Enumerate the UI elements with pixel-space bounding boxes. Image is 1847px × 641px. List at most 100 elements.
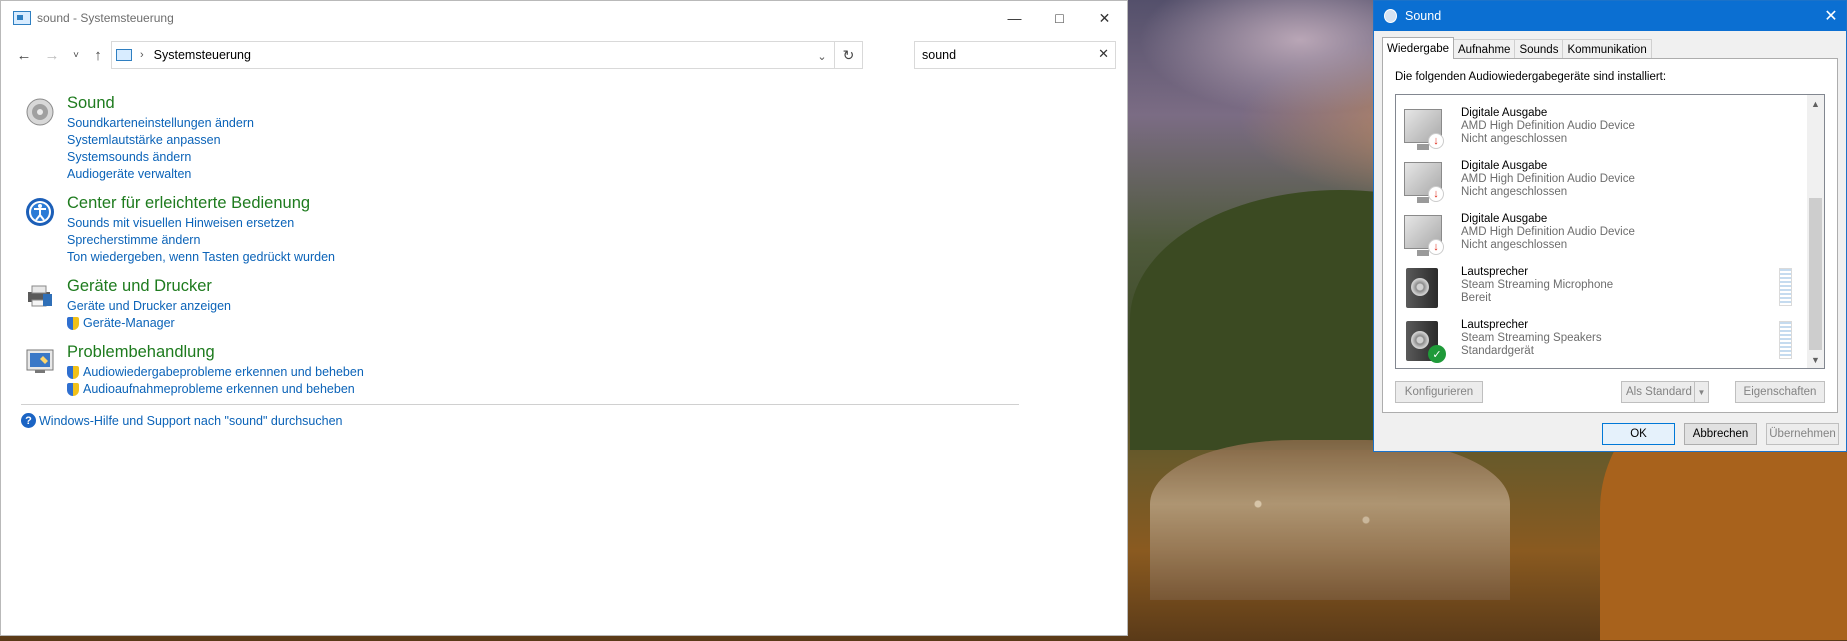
device-item[interactable]: ↓ Digitale Ausgabe AMD High Definition A…: [1396, 156, 1806, 209]
link-system-sounds[interactable]: Systemsounds ändern: [67, 149, 1021, 166]
category-title[interactable]: Sound: [67, 93, 1021, 114]
panel-caption: Die folgenden Audiowiedergabegeräte sind…: [1395, 71, 1667, 83]
search-results: Sound Soundkarteneinstellungen ändern Sy…: [21, 93, 1021, 408]
playback-panel: Die folgenden Audiowiedergabegeräte sind…: [1382, 58, 1838, 413]
breadcrumb-separator: ›: [140, 49, 144, 61]
recent-locations-button[interactable]: ˅: [65, 44, 87, 66]
back-button[interactable]: ←: [13, 44, 35, 66]
sound-dialog-titlebar: Sound ✕: [1374, 1, 1846, 31]
scroll-thumb[interactable]: [1809, 198, 1822, 350]
category-title[interactable]: Center für erleichterte Bedienung: [67, 193, 1021, 214]
control-panel-icon: [116, 49, 132, 61]
device-status: Bereit: [1461, 292, 1492, 304]
device-list[interactable]: ↓ Digitale Ausgabe AMD High Definition A…: [1395, 94, 1825, 369]
link-key-sounds[interactable]: Ton wiedergeben, wenn Tasten gedrückt wu…: [67, 249, 1021, 266]
device-driver: AMD High Definition Audio Device: [1461, 120, 1635, 132]
help-search-link[interactable]: Windows-Hilfe und Support nach "sound" d…: [39, 414, 343, 428]
breadcrumb-item[interactable]: Systemsteuerung: [154, 48, 251, 62]
chevron-down-icon[interactable]: ▼: [1694, 382, 1708, 402]
vertical-scrollbar[interactable]: ▲ ▼: [1807, 95, 1824, 368]
tab-strip: Wiedergabe Aufnahme Sounds Kommunikation: [1382, 37, 1652, 59]
tab-sounds[interactable]: Sounds: [1514, 39, 1564, 59]
address-bar-row: ← → ˅ ↑ › Systemsteuerung ⌄ ↻ sound ✕: [1, 41, 1127, 69]
speaker-icon: [1404, 95, 1442, 97]
device-item[interactable]: ↓ Digitale Ausgabe AMD High Definition A…: [1396, 209, 1806, 262]
link-view-devices[interactable]: Geräte und Drucker anzeigen: [67, 298, 1021, 315]
search-value: sound: [922, 48, 957, 62]
control-panel-icon: [13, 11, 31, 25]
category-title[interactable]: Geräte und Drucker: [67, 276, 1021, 297]
sound-dialog: Sound ✕ Wiedergabe Aufnahme Sounds Kommu…: [1373, 0, 1847, 452]
device-status: Standardgerät: [1461, 345, 1534, 357]
link-device-manager[interactable]: Geräte-Manager: [67, 315, 1021, 332]
clear-search-icon[interactable]: ✕: [1098, 46, 1109, 62]
device-item[interactable]: ↓ Digitale Ausgabe AMD High Definition A…: [1396, 103, 1806, 156]
set-default-label: Als Standard: [1626, 386, 1692, 398]
category-ease-of-access: Center für erleichterte Bedienung Sounds…: [21, 193, 1021, 266]
device-status: Nicht angeschlossen: [1461, 133, 1568, 145]
search-input[interactable]: sound ✕: [914, 41, 1116, 69]
help-icon: ?: [21, 413, 36, 428]
monitor-icon: ↓: [1404, 162, 1444, 204]
scroll-down-icon[interactable]: ▼: [1807, 351, 1824, 368]
scroll-up-icon[interactable]: ▲: [1807, 95, 1824, 112]
link-recording-troubleshooter[interactable]: Audioaufnahmeprobleme erkennen und beheb…: [67, 381, 1021, 398]
apply-button[interactable]: Übernehmen: [1766, 423, 1839, 445]
link-sound-card-settings[interactable]: Soundkarteneinstellungen ändern: [67, 115, 1021, 132]
link-playback-troubleshooter[interactable]: Audiowiedergabeprobleme erkennen und beh…: [67, 364, 1021, 381]
link-narrator-voice[interactable]: Sprecherstimme ändern: [67, 232, 1021, 249]
device-item[interactable]: [1396, 95, 1806, 102]
device-name: Digitale Ausgabe: [1461, 160, 1548, 172]
disconnected-icon: ↓: [1428, 133, 1444, 149]
forward-button[interactable]: →: [41, 44, 63, 66]
results-divider: [21, 404, 1019, 405]
monitor-icon: ↓: [1404, 109, 1444, 151]
tab-communications[interactable]: Kommunikation: [1562, 39, 1652, 59]
link-adjust-volume[interactable]: Systemlautstärke anpassen: [67, 132, 1021, 149]
tab-playback[interactable]: Wiedergabe: [1382, 37, 1455, 59]
address-input[interactable]: › Systemsteuerung ⌄ ↻: [111, 41, 863, 69]
device-item[interactable]: Lautsprecher Steam Streaming Microphone …: [1396, 262, 1806, 315]
up-button[interactable]: ↑: [87, 44, 109, 66]
troubleshooting-icon: [26, 349, 54, 373]
category-troubleshooting: Problembehandlung Audiowiedergabeproblem…: [21, 342, 1021, 398]
close-button[interactable]: ✕: [1816, 1, 1846, 31]
window-title: sound - Systemsteuerung: [37, 11, 174, 25]
control-panel-titlebar: sound - Systemsteuerung — □ ✕: [1, 1, 1127, 35]
minimize-button[interactable]: —: [992, 1, 1037, 35]
device-driver: Steam Streaming Microphone: [1461, 279, 1614, 291]
device-driver: AMD High Definition Audio Device: [1461, 173, 1635, 185]
tab-recording[interactable]: Aufnahme: [1453, 39, 1516, 59]
dialog-title: Sound: [1405, 9, 1442, 23]
level-meter: [1779, 321, 1792, 359]
device-driver: Steam Streaming Speakers: [1461, 332, 1602, 344]
wallpaper-village: [1150, 440, 1510, 600]
device-name: Lautsprecher: [1461, 266, 1529, 278]
speaker-icon: [1404, 268, 1442, 310]
monitor-icon: ↓: [1404, 215, 1444, 257]
configure-button[interactable]: Konfigurieren: [1395, 381, 1483, 403]
device-item[interactable]: ✓ Lautsprecher Steam Streaming Speakers …: [1396, 315, 1806, 368]
speaker-icon: ✓: [1404, 321, 1446, 363]
disconnected-icon: ↓: [1428, 239, 1444, 255]
control-panel-window: sound - Systemsteuerung — □ ✕ ← → ˅ ↑ › …: [0, 0, 1128, 636]
link-visual-cues[interactable]: Sounds mit visuellen Hinweisen ersetzen: [67, 215, 1021, 232]
device-name: Digitale Ausgabe: [1461, 213, 1548, 225]
ease-of-access-icon: [26, 198, 54, 226]
chevron-down-icon[interactable]: ⌄: [812, 46, 832, 66]
cancel-button[interactable]: Abbrechen: [1684, 423, 1757, 445]
checkmark-icon: ✓: [1428, 345, 1446, 363]
speaker-icon: [1384, 9, 1397, 23]
maximize-button[interactable]: □: [1037, 1, 1082, 35]
category-title[interactable]: Problembehandlung: [67, 342, 1021, 363]
link-manage-audio-devices[interactable]: Audiogeräte verwalten: [67, 166, 1021, 183]
device-status: Nicht angeschlossen: [1461, 186, 1568, 198]
ok-button[interactable]: OK: [1602, 423, 1675, 445]
disconnected-icon: ↓: [1428, 186, 1444, 202]
refresh-button[interactable]: ↻: [834, 42, 862, 68]
category-devices-printers: Geräte und Drucker Geräte und Drucker an…: [21, 276, 1021, 332]
device-driver: AMD High Definition Audio Device: [1461, 226, 1635, 238]
set-default-button[interactable]: Als Standard ▼: [1621, 381, 1709, 403]
properties-button[interactable]: Eigenschaften: [1735, 381, 1825, 403]
close-button[interactable]: ✕: [1082, 1, 1127, 35]
